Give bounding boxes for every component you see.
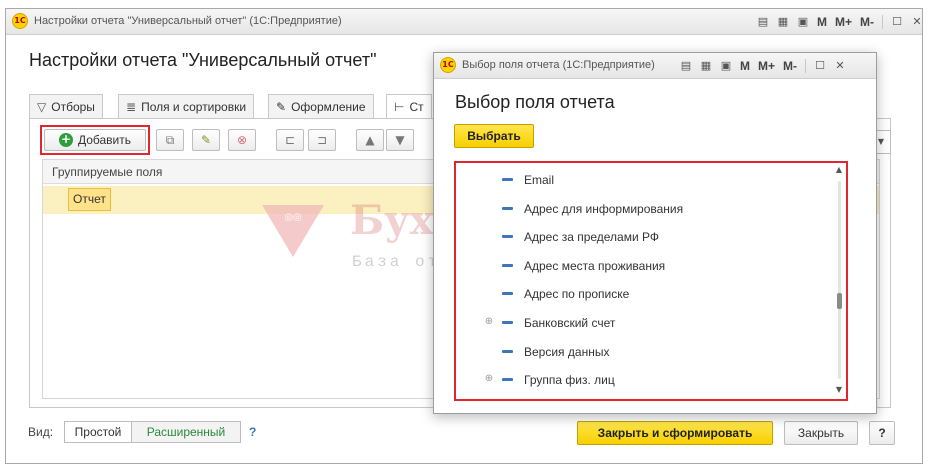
field-icon <box>502 378 513 382</box>
calendar-icon[interactable]: ▣ <box>718 58 734 74</box>
close-button[interactable]: Закрыть <box>784 421 858 445</box>
close-icon[interactable]: ✕ <box>909 14 925 30</box>
memory-m-button[interactable]: M <box>738 59 752 73</box>
dialog-window-title: Выбор поля отчета (1С:Предприятие) <box>462 59 655 71</box>
list-item-label: Группа физ. лиц <box>524 373 615 388</box>
filter-icon: ▽ <box>37 99 47 114</box>
field-icon <box>502 292 513 296</box>
list-item-label: Адрес для информирования <box>524 201 684 216</box>
pencil-icon: ✎ <box>200 133 212 147</box>
arrow-up-icon: ▲ <box>365 133 375 147</box>
list-item[interactable]: Адрес для информирования <box>456 195 826 223</box>
list-item-label: Адрес места проживания <box>524 258 666 273</box>
move-in-icon: ⊏ <box>284 133 296 147</box>
watermark-logo-icon: ◎◎ <box>262 205 324 257</box>
list-item[interactable]: Адрес по прописке <box>456 280 826 308</box>
scroll-down-icon[interactable]: ▼ <box>834 385 844 395</box>
memory-mplus-button[interactable]: M+ <box>756 59 777 73</box>
delete-icon: ⊗ <box>236 133 248 147</box>
close-icon[interactable]: ✕ <box>832 58 848 74</box>
scroll-up-icon[interactable]: ▲ <box>834 165 844 175</box>
maximize-icon[interactable]: ☐ <box>889 14 905 30</box>
titlebar-separator <box>805 59 807 73</box>
select-button[interactable]: Выбрать <box>454 124 534 148</box>
field-icon <box>502 206 513 210</box>
dialog-titlebar-tools: ▤ ▦ ▣ M M+ M- ☐ ✕ <box>678 58 848 74</box>
calculator-icon[interactable]: ▦ <box>698 58 714 74</box>
tab-structure-label: Ст <box>409 100 424 114</box>
dialog-heading: Выбор поля отчета <box>455 92 615 112</box>
field-icon <box>502 263 513 267</box>
view-simple-button[interactable]: Простой <box>64 421 132 443</box>
arrow-down-icon: ▼ <box>395 133 405 147</box>
list-item[interactable]: Адрес места проживания <box>456 252 826 280</box>
move-up-button[interactable]: ▲ <box>356 129 384 151</box>
list-item-label: Адрес по прописке <box>524 287 630 302</box>
tab-fields-label: Поля и сортировки <box>141 99 247 114</box>
titlebar-tools: ▤ ▦ ▣ M M+ M- ☐ ✕ <box>755 14 925 30</box>
close-and-run-button[interactable]: Закрыть и сформировать <box>577 421 773 445</box>
tab-filters-label: Отборы <box>51 99 95 114</box>
delete-button[interactable]: ⊗ <box>228 129 256 151</box>
tab-fields-sorting[interactable]: ≣ Поля и сортировки <box>118 94 255 118</box>
main-titlebar: 1С Настройки отчета "Универсальный отчет… <box>6 9 922 35</box>
move-down-button[interactable]: ▼ <box>386 129 414 151</box>
add-button-highlight <box>40 125 150 155</box>
edit-button[interactable]: ✎ <box>192 129 220 151</box>
field-icon <box>502 321 513 324</box>
field-icon <box>502 178 513 181</box>
tab-appearance[interactable]: ✎ Оформление <box>268 94 374 118</box>
titlebar-separator <box>882 15 884 29</box>
app-logo: 1С <box>12 13 28 29</box>
view-extended-button[interactable]: Расширенный <box>131 421 241 443</box>
add-group-button[interactable]: ⧉ <box>156 129 184 151</box>
table-cell[interactable]: Отчет <box>68 188 111 211</box>
list-item-label: Адрес за пределами РФ <box>524 230 660 245</box>
move-out-icon: ⊐ <box>316 133 328 147</box>
dialog-titlebar: 1С Выбор поля отчета (1С:Предприятие) ▤ … <box>434 53 876 79</box>
scrollbar-thumb[interactable] <box>837 293 842 309</box>
tab-filters[interactable]: ▽ Отборы <box>29 94 103 118</box>
list-item[interactable]: Email <box>456 166 826 194</box>
calendar-icon[interactable]: ▣ <box>795 14 811 30</box>
list-item-label: Банковский счет <box>524 316 616 330</box>
scrollbar[interactable]: ▲ ▼ <box>832 163 846 399</box>
maximize-icon[interactable]: ☐ <box>812 58 828 74</box>
scrollbar-track[interactable] <box>838 181 841 379</box>
list-item-label: Email <box>524 173 555 187</box>
dialog-app-logo: 1С <box>440 57 456 73</box>
field-list[interactable]: Email Адрес для информирования Адрес за пр… <box>454 161 848 401</box>
tab-appearance-label: Оформление <box>291 99 366 114</box>
move-out-group-button[interactable]: ⊐ <box>308 129 336 151</box>
field-icon <box>502 235 513 239</box>
help-button[interactable]: ? <box>869 421 895 445</box>
list-item[interactable]: ⊕ Банковский счет <box>456 309 826 337</box>
view-label: Вид: <box>28 425 54 439</box>
field-icon <box>502 349 513 353</box>
tab-structure[interactable]: ⊢ Ст <box>386 94 432 119</box>
memory-mminus-button[interactable]: M- <box>858 15 876 29</box>
expand-icon[interactable]: ⊕ <box>484 317 494 327</box>
memory-mminus-button[interactable]: M- <box>781 59 799 73</box>
list-item[interactable]: Адрес за пределами РФ <box>456 223 826 251</box>
page-title: Настройки отчета "Универсальный отчет" <box>29 50 377 70</box>
expand-icon[interactable]: ⊕ <box>484 374 494 384</box>
group-icon: ⧉ <box>165 132 175 147</box>
calculator-icon[interactable]: ▦ <box>775 14 791 30</box>
main-window-title: Настройки отчета "Универсальный отчет" (… <box>34 15 342 27</box>
print-icon[interactable]: ▤ <box>678 58 694 74</box>
print-icon[interactable]: ▤ <box>755 14 771 30</box>
memory-mplus-button[interactable]: M+ <box>833 15 854 29</box>
structure-icon: ⊢ <box>394 100 405 114</box>
list-item[interactable]: Версия данных <box>456 338 826 366</box>
list-item[interactable]: ⊕ Группа физ. лиц <box>456 366 826 394</box>
help-link[interactable]: ? <box>249 425 256 439</box>
list-item-label: Версия данных <box>524 344 610 359</box>
fields-icon: ≣ <box>126 99 137 114</box>
memory-m-button[interactable]: M <box>815 15 829 29</box>
field-selection-dialog: 1С Выбор поля отчета (1С:Предприятие) ▤ … <box>433 52 877 414</box>
brush-icon: ✎ <box>276 99 287 114</box>
move-to-group-button[interactable]: ⊏ <box>276 129 304 151</box>
